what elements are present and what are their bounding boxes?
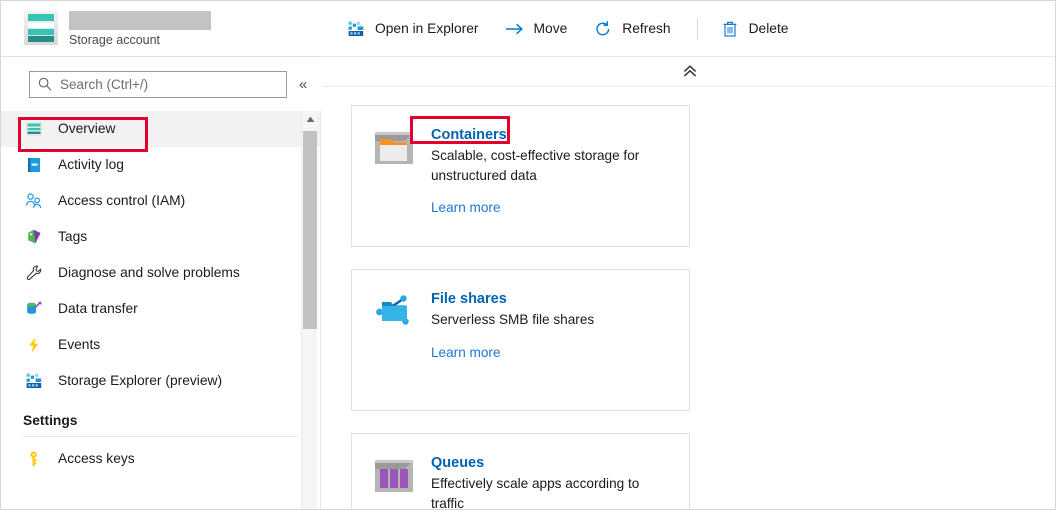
sidebar-item-data-transfer[interactable]: Data transfer <box>1 291 320 327</box>
sidebar-item-activity-log[interactable]: Activity log <box>1 147 320 183</box>
storage-explorer-icon <box>23 370 45 392</box>
delete-button[interactable]: Delete <box>720 11 789 47</box>
toolbar-button-label: Open in Explorer <box>375 21 479 36</box>
file-shares-icon <box>372 290 416 334</box>
card-description: Effectively scale apps according to traf… <box>431 474 671 510</box>
card-title-link[interactable]: Containers <box>431 126 507 145</box>
refresh-button[interactable]: Refresh <box>593 11 670 47</box>
open-in-explorer-button[interactable]: Open in Explorer <box>346 11 479 47</box>
toolbar-button-label: Move <box>534 21 568 36</box>
sidebar-item-tags[interactable]: Tags <box>1 219 320 255</box>
refresh-icon <box>593 19 613 39</box>
card-title-link[interactable]: File shares <box>431 290 507 309</box>
search-icon <box>38 77 52 91</box>
move-button[interactable]: Move <box>505 11 568 47</box>
resource-type-label: Storage account <box>69 33 211 48</box>
events-icon <box>23 334 45 356</box>
card-file-shares[interactable]: File shares Serverless SMB file shares L… <box>351 269 690 411</box>
sidebar-item-diagnose[interactable]: Diagnose and solve problems <box>1 255 320 291</box>
overview-icon <box>23 118 45 140</box>
card-title-link[interactable]: Queues <box>431 454 484 473</box>
sidebar-item-overview[interactable]: Overview <box>1 111 320 147</box>
trash-icon <box>720 19 740 39</box>
resource-header: Storage account <box>1 1 321 57</box>
sidebar-scroll-thumb[interactable] <box>303 131 317 329</box>
card-body: Queues Effectively scale apps according … <box>431 454 671 510</box>
sidebar-item-access-control[interactable]: Access control (IAM) <box>1 183 320 219</box>
essentials-collapse-bar <box>322 57 1056 87</box>
sidebar-item-label: Diagnose and solve problems <box>58 264 240 282</box>
sidebar-item-access-keys[interactable]: Access keys <box>1 441 320 477</box>
sidebar-item-events[interactable]: Events <box>1 327 320 363</box>
data-transfer-icon <box>23 298 45 320</box>
service-cards-grid: Containers Scalable, cost-effective stor… <box>322 87 1056 510</box>
queues-icon <box>372 454 416 498</box>
main-content: Open in Explorer Move <box>322 1 1056 510</box>
sidebar-item-label: Access keys <box>58 450 135 468</box>
sidebar-scrollbar[interactable] <box>301 111 317 510</box>
storage-explorer-icon <box>346 19 366 39</box>
collapse-sidebar-button[interactable]: « <box>295 75 311 94</box>
command-toolbar: Open in Explorer Move <box>322 1 1056 57</box>
sidebar-item-label: Overview <box>58 120 116 138</box>
sidebar-item-label: Events <box>58 336 100 354</box>
sidebar-item-label: Storage Explorer (preview) <box>58 372 222 390</box>
card-body: Containers Scalable, cost-effective stor… <box>431 126 671 246</box>
sidebar-item-label: Data transfer <box>58 300 138 318</box>
sidebar-section-settings-header: Settings <box>1 399 320 432</box>
card-description: Serverless SMB file shares <box>431 310 671 330</box>
scroll-up-arrow-icon[interactable] <box>302 111 318 127</box>
card-queues[interactable]: Queues Effectively scale apps according … <box>351 433 690 510</box>
collapse-essentials-chevron-up-icon[interactable] <box>681 64 699 80</box>
sidebar-item-label: Access control (IAM) <box>58 192 185 210</box>
card-containers[interactable]: Containers Scalable, cost-effective stor… <box>351 105 690 247</box>
sidebar-search-row: « <box>1 57 321 111</box>
toolbar-button-label: Refresh <box>622 21 670 36</box>
containers-icon <box>372 126 416 170</box>
arrow-right-icon <box>505 19 525 39</box>
learn-more-link[interactable]: Learn more <box>431 344 501 362</box>
storage-account-icon <box>23 11 59 45</box>
toolbar-button-label: Delete <box>749 21 789 36</box>
diagnose-icon <box>23 262 45 284</box>
sidebar-item-storage-explorer[interactable]: Storage Explorer (preview) <box>1 363 320 399</box>
learn-more-link[interactable]: Learn more <box>431 199 501 217</box>
sidebar-item-label: Activity log <box>58 156 124 174</box>
key-icon <box>23 448 45 470</box>
sidebar-section-divider <box>23 436 298 437</box>
search-box[interactable] <box>29 71 287 98</box>
card-body: File shares Serverless SMB file shares L… <box>431 290 671 410</box>
activity-log-icon <box>23 154 45 176</box>
azure-portal-blade: Storage account « Overview <box>0 0 1056 510</box>
sidebar-item-label: Tags <box>58 228 87 246</box>
access-control-icon <box>23 190 45 212</box>
search-input[interactable] <box>60 77 278 92</box>
storage-account-name-redacted <box>69 11 211 30</box>
resource-header-text: Storage account <box>69 10 211 48</box>
tags-icon <box>23 226 45 248</box>
toolbar-separator <box>697 18 698 40</box>
sidebar-nav: Overview Activity log Acc <box>1 111 321 510</box>
card-description: Scalable, cost-effective storage for uns… <box>431 146 671 185</box>
